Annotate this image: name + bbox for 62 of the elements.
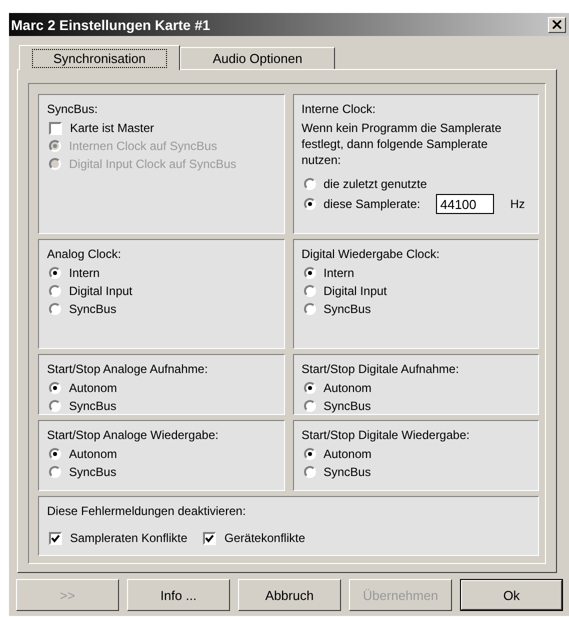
radio-button[interactable] <box>304 267 316 279</box>
radio-label: SyncBus <box>324 398 371 414</box>
radio-label: SyncBus <box>69 398 116 414</box>
group-title: Start/Stop Digitale Wiedergabe: <box>302 427 471 443</box>
close-button[interactable] <box>548 16 566 32</box>
group-title: Start/Stop Analoge Aufnahme: <box>47 361 209 377</box>
group-title: SyncBus: <box>47 101 99 117</box>
tab[interactable]: Audio Optionen <box>180 47 335 69</box>
check-icon <box>51 534 60 542</box>
radio-label: Autonom <box>69 446 118 462</box>
window-title: Marc 2 Einstellungen Karte #1 <box>11 16 210 32</box>
radio-button[interactable] <box>304 285 316 297</box>
radio-label: Autonom <box>69 380 118 396</box>
group-title: Digital Wiedergabe Clock: <box>302 246 441 262</box>
checkbox-label: Gerätekonflikte <box>224 530 306 546</box>
radio-label: die zuletzt genutzte <box>324 176 427 192</box>
radio-label: diese Samplerate: <box>324 196 420 212</box>
radio-label: Intern <box>69 265 100 281</box>
checkbox[interactable] <box>49 532 62 544</box>
radio-button[interactable] <box>49 382 61 394</box>
checkbox[interactable] <box>203 532 216 544</box>
group-description: Wenn kein Programm die Samplerate festlegt, dann folgende Samplerate nutzen: <box>302 120 502 168</box>
checkbox-label: Karte ist Master <box>70 120 154 136</box>
group-title: Interne Clock: <box>302 101 377 117</box>
radio-button[interactable] <box>49 285 61 297</box>
radio-label: Autonom <box>324 380 372 396</box>
radio-button[interactable] <box>49 303 61 315</box>
radio-button[interactable] <box>304 382 316 394</box>
radio-button[interactable] <box>49 267 61 279</box>
radio-button[interactable] <box>304 400 316 412</box>
close-icon <box>552 20 562 29</box>
radio-label: SyncBus <box>69 464 116 480</box>
tab[interactable]: Synchronisation <box>19 45 180 70</box>
unit-label: Hz <box>510 196 525 212</box>
group-title: Diese Fehlermeldungen deaktivieren: <box>47 503 247 519</box>
radio-button[interactable] <box>304 178 316 190</box>
radio-button[interactable] <box>49 466 61 478</box>
radio-label: SyncBus <box>69 301 116 317</box>
dialog-button[interactable]: Ok <box>460 579 563 611</box>
radio-label: Digital Input Clock auf SyncBus <box>69 156 236 172</box>
radio-button[interactable] <box>49 448 61 460</box>
dialog-button[interactable]: Abbruch <box>238 579 341 611</box>
checkbox[interactable] <box>49 122 62 134</box>
radio-label: Digital Input <box>69 283 132 299</box>
samplerate-field[interactable]: 44100 <box>436 194 494 214</box>
checkbox-label: Sampleraten Konflikte <box>70 530 188 546</box>
radio-label: Intern <box>324 265 354 281</box>
radio-button[interactable] <box>304 198 316 210</box>
radio-button[interactable] <box>304 448 316 460</box>
group-title: Start/Stop Digitale Aufnahme: <box>302 361 460 377</box>
radio-button[interactable] <box>304 466 316 478</box>
radio-button[interactable] <box>49 400 61 412</box>
check-icon <box>205 534 214 542</box>
radio-label: SyncBus <box>324 464 371 480</box>
radio-button[interactable] <box>304 303 316 315</box>
dialog-button[interactable]: Info ... <box>127 579 230 611</box>
radio-label: Autonom <box>324 446 372 462</box>
group-title: Analog Clock: <box>47 246 122 262</box>
radio-label: Internen Clock auf SyncBus <box>69 138 218 154</box>
radio-label: Digital Input <box>324 283 387 299</box>
group-title: Start/Stop Analoge Wiedergabe: <box>47 427 220 443</box>
radio-label: SyncBus <box>324 301 371 317</box>
